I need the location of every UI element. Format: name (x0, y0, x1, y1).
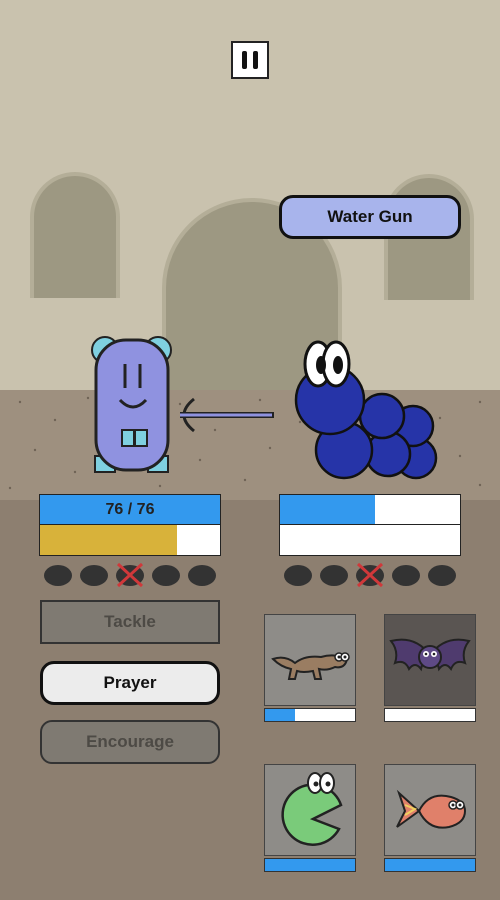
bench-hp-bar (264, 858, 356, 872)
pause-icon (242, 51, 247, 69)
fish-icon (384, 764, 476, 856)
player-team-pip (188, 565, 216, 586)
player-team-pip (152, 565, 180, 586)
enemy-team-pip (284, 565, 312, 586)
bench-slot-fish[interactable] (384, 764, 476, 872)
bench-slot-chomper[interactable] (264, 764, 356, 872)
bench-hp-fill (265, 859, 355, 871)
player-energy-fill (40, 525, 177, 555)
tackle-button[interactable]: Tackle (40, 600, 220, 644)
player-energy-bar (40, 525, 220, 555)
bench-slot-bat[interactable] (384, 614, 476, 722)
encourage-button[interactable]: Encourage (40, 720, 220, 764)
bench-hp-bar (384, 708, 476, 722)
enemy-hp-fill (280, 495, 376, 524)
enemy-status-panel (279, 494, 461, 556)
water-gun-projectile (180, 397, 274, 433)
fainted-x-icon (356, 562, 384, 588)
pause-button[interactable] (231, 41, 269, 79)
enemy-team-pip (320, 565, 348, 586)
enemy-energy-bar (280, 525, 460, 555)
player-creature (91, 336, 172, 473)
lizard-icon (264, 614, 356, 706)
bench-slot-lizard[interactable] (264, 614, 356, 722)
move-name-banner: Water Gun (279, 195, 461, 239)
enemy-team-pip (428, 565, 456, 586)
prayer-button[interactable]: Prayer (40, 661, 220, 705)
left-window-arch (30, 172, 120, 298)
enemy-team-pip (392, 565, 420, 586)
enemy-hp-bar (280, 495, 460, 525)
bat-icon (384, 614, 476, 706)
player-status-panel: 76 / 76 (39, 494, 221, 556)
chomper-icon (264, 764, 356, 856)
player-team-pips (44, 562, 216, 588)
enemy-team-pip-fainted (356, 562, 384, 588)
fainted-x-icon (116, 562, 144, 588)
player-team-pip (80, 565, 108, 586)
player-hp-bar: 76 / 76 (40, 495, 220, 525)
player-team-pip-fainted (116, 562, 144, 588)
bench-hp-bar (264, 708, 356, 722)
pause-icon-bar (253, 51, 258, 69)
player-team-pip (44, 565, 72, 586)
bench-hp-fill (385, 859, 475, 871)
bench-hp-fill (265, 709, 295, 721)
enemy-team-pips (284, 562, 456, 588)
enemy-creature (294, 340, 438, 480)
bench-hp-bar (384, 858, 476, 872)
player-hp-text: 76 / 76 (105, 500, 155, 518)
